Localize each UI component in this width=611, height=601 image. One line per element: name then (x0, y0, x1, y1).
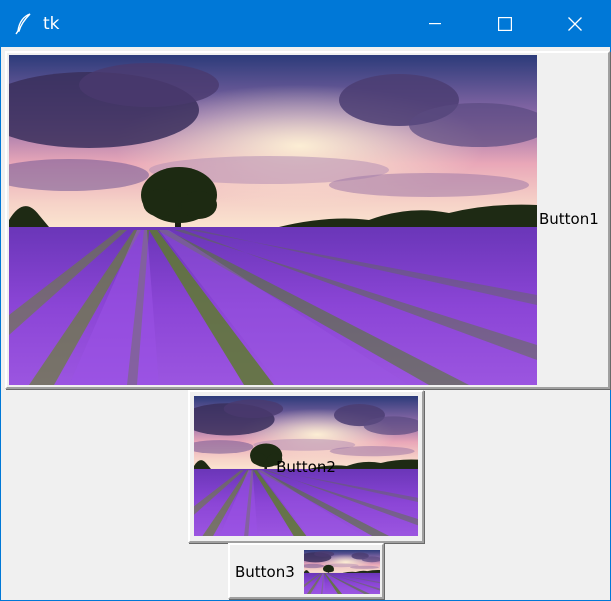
close-icon (568, 17, 582, 31)
minimize-icon (429, 23, 441, 25)
window-title: tk (43, 14, 60, 34)
button-2-label: Button2 (276, 458, 336, 476)
maximize-button[interactable] (470, 1, 540, 47)
button-3[interactable]: Button3 (228, 543, 384, 599)
button-3-label: Button3 (235, 563, 295, 581)
close-button[interactable] (540, 1, 610, 47)
minimize-button[interactable] (400, 1, 470, 47)
app-window: tk Button1 Button2 Button3 (0, 0, 611, 601)
title-bar[interactable]: tk (1, 1, 610, 47)
feather-icon (15, 13, 31, 35)
lavender-field-image (9, 55, 537, 385)
button-1-label: Button1 (539, 210, 599, 228)
button-2[interactable]: Button2 (188, 390, 424, 543)
maximize-icon (498, 17, 512, 31)
lavender-field-image (304, 550, 380, 594)
window-content: Button1 Button2 Button3 (1, 47, 610, 600)
button-1[interactable]: Button1 (5, 51, 610, 389)
